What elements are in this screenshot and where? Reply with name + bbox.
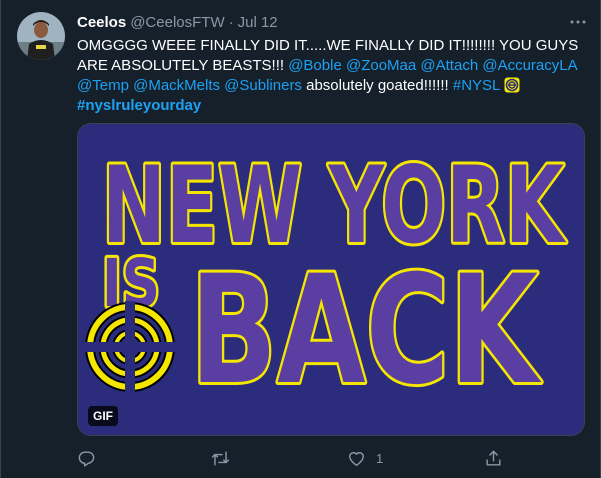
mention-mackmelts[interactable]: @MackMelts bbox=[133, 77, 220, 94]
gif-line-back: BACK bbox=[190, 244, 542, 418]
like-count: 1 bbox=[376, 450, 384, 466]
user-handle[interactable]: @CeelosFTW bbox=[130, 14, 224, 31]
mention-temp[interactable]: @Temp bbox=[77, 77, 129, 94]
retweet-icon bbox=[210, 449, 231, 468]
tweet-header: Ceelos @CeelosFTW · Jul 12 bbox=[77, 12, 588, 32]
reply-icon bbox=[77, 449, 96, 468]
tweet-actions: 1 bbox=[77, 446, 537, 470]
mention-boble[interactable]: @Boble bbox=[288, 57, 342, 74]
hashtag-nysl[interactable]: #NYSL bbox=[453, 77, 500, 94]
nysl-logo-emoji-icon bbox=[504, 77, 520, 93]
mention-accuracyla[interactable]: @AccuracyLA bbox=[482, 57, 576, 74]
mention-attach[interactable]: @Attach bbox=[420, 57, 478, 74]
separator: · bbox=[228, 13, 234, 31]
retweet-button[interactable] bbox=[210, 446, 231, 470]
hashtag-nyslruleyourday[interactable]: #nyslruleyourday bbox=[77, 97, 201, 114]
more-options-icon[interactable] bbox=[568, 12, 588, 32]
gif-badge: GIF bbox=[88, 406, 118, 426]
avatar-image bbox=[17, 12, 65, 60]
avatar[interactable] bbox=[17, 12, 65, 60]
like-button[interactable]: 1 bbox=[347, 446, 383, 470]
tweet-text-part2: absolutely goated!!!!!! bbox=[301, 77, 453, 94]
share-button[interactable] bbox=[484, 446, 503, 470]
tweet-card[interactable]: Ceelos @CeelosFTW · Jul 12 OMGGGG WEEE F… bbox=[0, 0, 601, 478]
heart-icon bbox=[347, 449, 366, 468]
reply-button[interactable] bbox=[77, 446, 96, 470]
tweet-text: OMGGGG WEEE FINALLY DID IT.....WE FINALL… bbox=[77, 36, 582, 116]
display-name[interactable]: Ceelos bbox=[77, 14, 126, 31]
gif-media[interactable]: NEW YORK IS BACK GIF bbox=[77, 123, 585, 436]
mention-subliners[interactable]: @Subliners bbox=[224, 77, 302, 94]
tweet-date[interactable]: Jul 12 bbox=[238, 14, 278, 31]
mention-zoomaa[interactable]: @ZooMaa bbox=[346, 57, 416, 74]
share-icon bbox=[484, 449, 503, 468]
new-york-is-back-gif: NEW YORK IS BACK bbox=[78, 124, 584, 435]
